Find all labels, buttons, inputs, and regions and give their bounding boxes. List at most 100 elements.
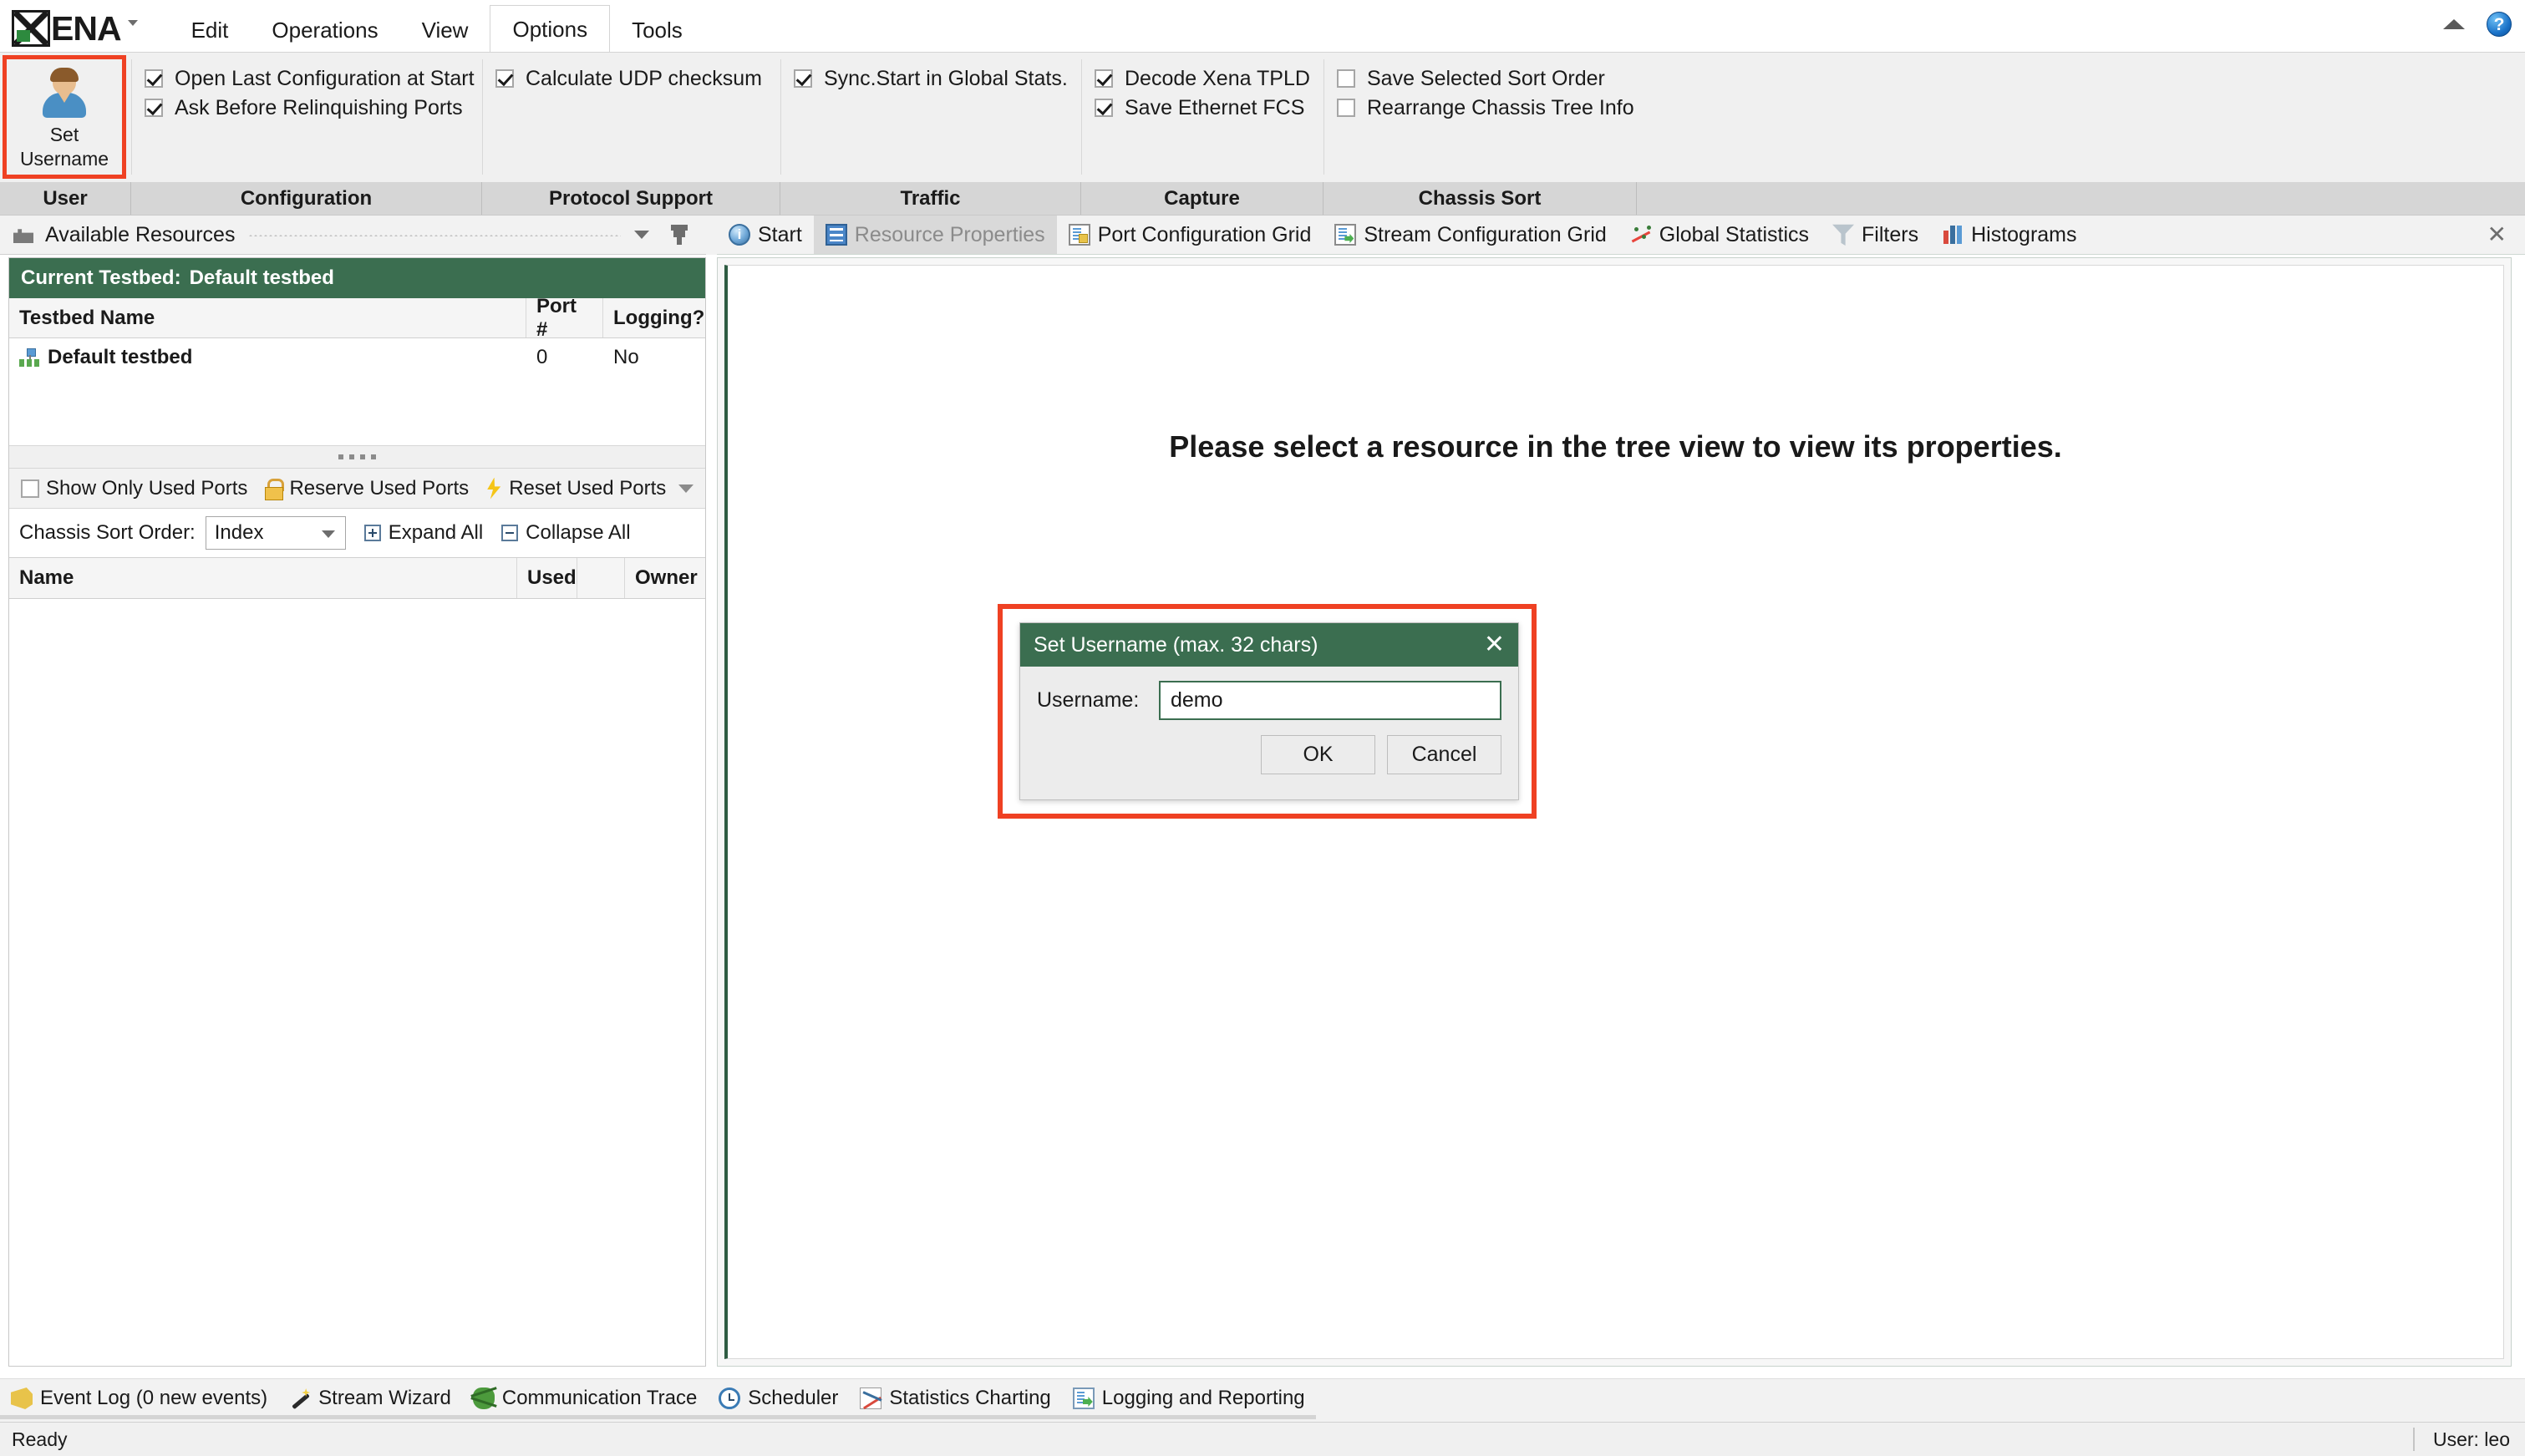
checkbox-calculate-udp-checksum[interactable]: Calculate UDP checksum — [482, 64, 762, 93]
column-testbed-name[interactable]: Testbed Name — [9, 298, 526, 337]
statistics-charting-button[interactable]: Statistics Charting — [849, 1382, 1062, 1419]
clock-icon — [719, 1388, 741, 1409]
checkbox-save-selected-sort-order[interactable]: Save Selected Sort Order — [1323, 64, 1634, 93]
checkbox-icon[interactable] — [1095, 99, 1113, 117]
checkbox-rearrange-chassis-tree-info[interactable]: Rearrange Chassis Tree Info — [1323, 94, 1634, 122]
column-logging[interactable]: Logging? — [603, 298, 705, 337]
event-log-icon — [11, 1388, 33, 1409]
chassis-sort-order-select[interactable]: Index — [205, 516, 346, 550]
lock-icon — [264, 478, 285, 500]
resource-table-header: Name Used Owner — [9, 557, 705, 599]
ribbon-group-user: Set Username — [0, 53, 131, 182]
ribbon-label-user: User — [0, 182, 131, 215]
collapse-all-button[interactable]: Collapse All — [501, 521, 631, 545]
menu-item-options[interactable]: Options — [490, 5, 611, 53]
column-port-number[interactable]: Port # — [526, 295, 603, 341]
logging-and-reporting-button[interactable]: Logging and Reporting — [1061, 1382, 1316, 1419]
testbed-row-port-cell: 0 — [536, 346, 548, 368]
ribbon-group-labels: User Configuration Protocol Support Traf… — [0, 182, 2525, 215]
plus-box-icon — [363, 525, 381, 541]
ribbon-label-traffic: Traffic — [780, 182, 1081, 215]
menu-item-edit[interactable]: Edit — [170, 7, 251, 53]
checkbox-save-ethernet-fcs[interactable]: Save Ethernet FCS — [1081, 94, 1310, 122]
username-field-row: Username: demo — [1037, 681, 1501, 720]
bottom-toolbar: Event Log (0 new events) Stream Wizard C… — [0, 1378, 2525, 1422]
tab-stream-configuration-grid[interactable]: Stream Configuration Grid — [1323, 216, 1618, 254]
close-icon[interactable]: ✕ — [2487, 223, 2507, 246]
available-resources-header: Available Resources — [0, 216, 706, 255]
tab-global-statistics[interactable]: Global Statistics — [1618, 216, 1821, 254]
tab-histograms[interactable]: Histograms — [1930, 216, 2088, 254]
menu-item-view[interactable]: View — [400, 7, 490, 53]
ribbon-groups: Set Username Open Last Configuration at … — [0, 53, 2525, 182]
resource-properties-content: Please select a resource in the tree vie… — [717, 257, 2512, 1367]
event-log-button[interactable]: Event Log (0 new events) — [0, 1382, 279, 1419]
ok-button[interactable]: OK — [1261, 735, 1375, 774]
menu-bar: Edit Operations View Options Tools — [170, 0, 704, 53]
status-user: User: leo — [2412, 1428, 2510, 1451]
chevron-down-icon[interactable] — [678, 484, 693, 493]
show-only-used-ports-checkbox[interactable]: Show Only Used Ports — [9, 477, 256, 500]
user-avatar-icon — [38, 68, 90, 118]
checkbox-sync-start-in-global-stats[interactable]: Sync.Start in Global Stats. — [780, 64, 1068, 93]
resource-table-body[interactable] — [9, 599, 705, 1317]
funnel-icon — [1832, 224, 1855, 246]
chevron-up-icon[interactable] — [2443, 19, 2465, 29]
checkbox-icon[interactable] — [145, 69, 163, 88]
checkbox-icon[interactable] — [21, 479, 39, 498]
column-used[interactable]: Used — [517, 558, 577, 598]
reserve-used-ports-button[interactable]: Reserve Used Ports — [256, 477, 477, 500]
checkbox-icon[interactable] — [1337, 99, 1355, 117]
expand-all-button[interactable]: Expand All — [363, 521, 483, 545]
checkbox-open-last-configuration[interactable]: Open Last Configuration at Start — [131, 64, 475, 93]
scatter-chart-icon — [1630, 224, 1652, 246]
panel-splitter[interactable] — [9, 445, 705, 469]
info-icon: i — [729, 224, 750, 246]
column-name[interactable]: Name — [9, 558, 517, 598]
checkbox-icon[interactable] — [794, 69, 812, 88]
checkbox-icon[interactable] — [1095, 69, 1113, 88]
stream-wizard-button[interactable]: Stream Wizard — [278, 1382, 462, 1419]
tab-start[interactable]: i Start — [717, 216, 814, 254]
tab-filters[interactable]: Filters — [1821, 216, 1930, 254]
ports-toolbar: Show Only Used Ports Reserve Used Ports … — [9, 469, 705, 509]
username-input[interactable]: demo — [1159, 681, 1501, 720]
checkbox-icon[interactable] — [145, 99, 163, 117]
communication-trace-button[interactable]: Communication Trace — [461, 1382, 709, 1419]
scheduler-button[interactable]: Scheduler — [708, 1382, 850, 1419]
stat-chart-icon — [860, 1388, 882, 1409]
dialog-buttons: OK Cancel — [1037, 735, 1501, 774]
window-controls: ? — [2443, 12, 2512, 37]
wand-icon — [289, 1388, 311, 1409]
pin-icon[interactable] — [671, 225, 688, 245]
username-label: Username: — [1037, 688, 1140, 712]
tab-resource-properties[interactable]: Resource Properties — [813, 216, 1057, 254]
bar-chart-icon — [1942, 224, 1964, 246]
ribbon-label-configuration: Configuration — [131, 182, 482, 215]
help-icon[interactable]: ? — [2487, 12, 2512, 37]
app-logo[interactable]: ENA — [12, 10, 138, 47]
checkbox-icon[interactable] — [495, 69, 514, 88]
column-blank[interactable] — [577, 558, 625, 598]
available-resources-title: Available Resources — [45, 222, 236, 246]
set-username-button[interactable]: Set Username — [3, 55, 126, 179]
dialog-title: Set Username (max. 32 chars) — [1034, 632, 1318, 657]
checkbox-icon[interactable] — [1337, 69, 1355, 88]
page-green-icon — [1334, 224, 1357, 246]
ribbon-group-capture: Decode Xena TPLD Save Ethernet FCS — [1081, 53, 1323, 182]
column-owner[interactable]: Owner — [625, 558, 705, 598]
menu-item-operations[interactable]: Operations — [250, 7, 399, 53]
chassis-sort-order-label: Chassis Sort Order: — [19, 521, 196, 544]
app-logo-text: ENA — [51, 9, 122, 48]
cancel-button[interactable]: Cancel — [1387, 735, 1501, 774]
set-username-button-label: Set Username — [19, 124, 109, 170]
tab-port-configuration-grid[interactable]: Port Configuration Grid — [1057, 216, 1323, 254]
chevron-down-icon[interactable] — [127, 19, 138, 26]
checkbox-ask-before-relinquishing-ports[interactable]: Ask Before Relinquishing Ports — [131, 94, 475, 122]
chevron-down-icon[interactable] — [634, 231, 649, 239]
reset-used-ports-button[interactable]: Reset Used Ports — [477, 477, 674, 500]
table-row[interactable]: Default testbed 0 No — [9, 338, 705, 377]
menu-item-tools[interactable]: Tools — [610, 7, 704, 53]
close-icon[interactable]: ✕ — [1484, 632, 1505, 657]
checkbox-decode-xena-tpld[interactable]: Decode Xena TPLD — [1081, 64, 1310, 93]
